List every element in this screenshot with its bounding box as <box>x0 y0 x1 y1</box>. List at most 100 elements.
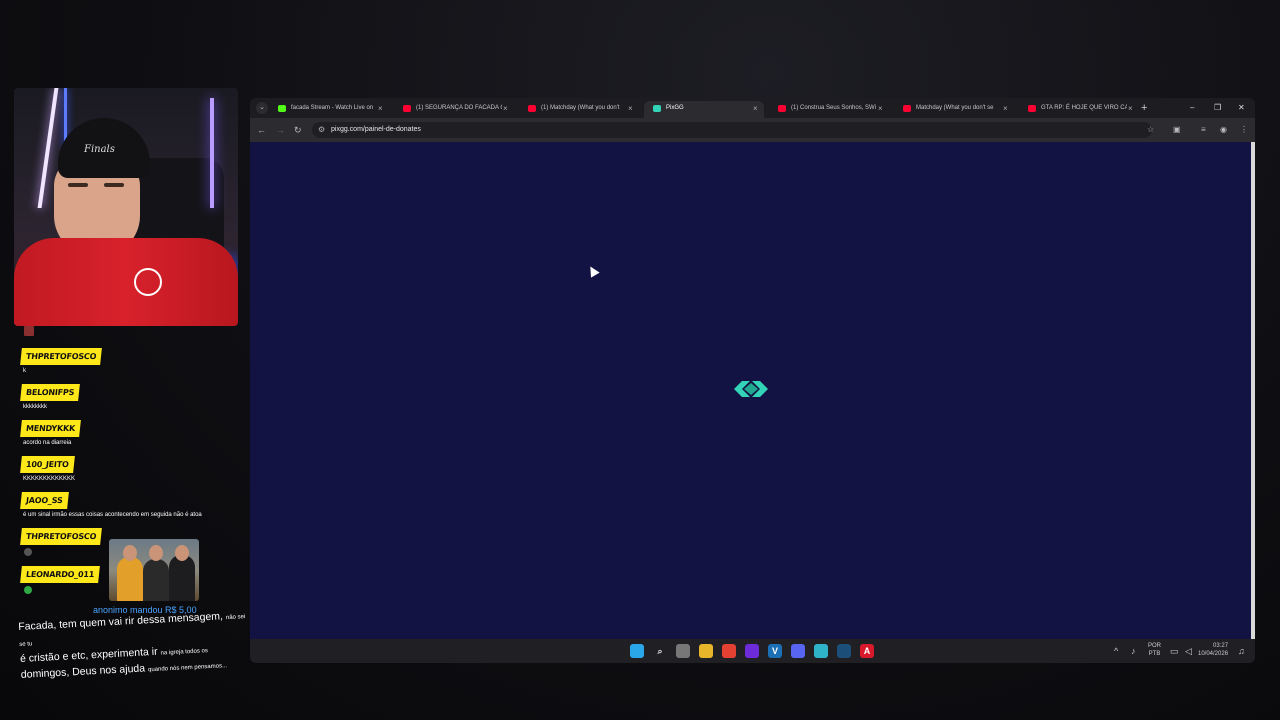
chat-username[interactable]: THPRETOFOSCO <box>20 348 103 365</box>
notes-icon[interactable] <box>814 644 828 658</box>
browser-tab[interactable]: (1) Matchday (What you don't × <box>519 101 639 118</box>
eyebrow <box>104 183 124 187</box>
person-head <box>149 545 163 561</box>
browser-tab[interactable]: (1) Construa Seus Sonhos, SWi × <box>769 101 889 118</box>
vscode-icon[interactable]: V <box>768 644 782 658</box>
file-explorer-icon[interactable] <box>699 644 713 658</box>
clock-date: 10/04/2026 <box>1198 651 1229 657</box>
chat-message: 100_JEITO KKKKKKKKKKKKK <box>20 454 76 482</box>
steam-icon[interactable] <box>837 644 851 658</box>
discord-icon[interactable] <box>791 644 805 658</box>
tab-title: (1) SEGURANÇA DO FACADA C <box>416 105 502 111</box>
chrome-icon[interactable] <box>722 644 736 658</box>
tab-close-icon[interactable]: × <box>1128 101 1133 116</box>
tab-favicon-icon <box>278 105 286 112</box>
app-purple-icon[interactable] <box>745 644 759 658</box>
tab-favicon-icon <box>653 105 661 112</box>
browser-tab[interactable]: GTA RP: É HOJE QUE VIRO CAI × <box>1019 101 1139 118</box>
tray-overflow-icon[interactable]: ^ <box>1114 645 1118 657</box>
tab-strip: ⌄ facada Stream - Watch Live on × (1) SEGU… <box>250 98 1255 118</box>
tab-favicon-icon <box>1028 105 1036 112</box>
browser-tab[interactable]: Matchday (What you don't se × <box>894 101 1014 118</box>
browser-tab[interactable]: (1) SEGURANÇA DO FACADA C × <box>394 101 514 118</box>
keyboard-layout: PTB <box>1148 651 1161 657</box>
new-tab-button[interactable]: + <box>1141 101 1147 115</box>
address-bar[interactable]: ⚙ pixgg.com/painel-de-donates <box>312 122 1152 138</box>
windows-start-icon[interactable] <box>630 644 644 658</box>
chat-text: acordo na diarreia <box>23 440 72 446</box>
microphone-icon[interactable]: ♪ <box>1131 645 1136 657</box>
chat-emote-icon <box>24 586 32 594</box>
extensions-icon[interactable]: ▣ <box>1173 123 1181 137</box>
back-button[interactable]: ← <box>257 123 266 137</box>
donation-message-part: quando nós nem pensamos... <box>147 663 228 674</box>
tab-close-icon[interactable]: × <box>878 101 883 116</box>
tab-close-icon[interactable]: × <box>1003 101 1008 116</box>
tab-title: PixGG <box>666 105 684 111</box>
tab-close-icon[interactable]: × <box>628 101 633 116</box>
search-icon[interactable]: ⌕ <box>653 644 667 658</box>
volume-icon[interactable]: ◁ <box>1185 645 1192 657</box>
network-icon[interactable]: ▭ <box>1170 645 1179 657</box>
chat-username[interactable]: THPRETOFOSCO <box>20 528 103 545</box>
tab-close-icon[interactable]: × <box>503 101 508 116</box>
profile-icon[interactable]: ◉ <box>1220 123 1227 137</box>
chat-emote-icon <box>24 548 32 556</box>
tab-title: (1) Construa Seus Sonhos, SWi <box>791 105 877 111</box>
site-info-icon[interactable]: ⚙ <box>318 122 325 138</box>
close-window-button[interactable]: ✕ <box>1238 102 1245 114</box>
windows-taskbar: ⌕ V A ^ ♪ POR PTB ▭ ◁ 03:27 10/04/2026 ♫ <box>250 639 1255 663</box>
chat-message: JAOO_SS é um sinal irmão essas coisas aco… <box>20 490 202 518</box>
chat-username[interactable]: MENDYKKK <box>20 420 81 437</box>
forward-button[interactable]: → <box>276 123 285 137</box>
browser-tab[interactable]: facada Stream - Watch Live on × <box>269 101 389 118</box>
tab-search-button[interactable]: ⌄ <box>256 102 268 114</box>
clock[interactable]: 03:27 10/04/2026 <box>1198 642 1228 658</box>
chat-username[interactable]: 100_JEITO <box>20 456 75 473</box>
chat-text: é um sinal irmão essas coisas acontecend… <box>23 512 202 518</box>
tab-title: (1) Matchday (What you don't <box>541 105 620 111</box>
donation-image <box>109 539 199 601</box>
jersey-crest <box>134 268 162 296</box>
chat-message: MENDYKKK acordo na diarreia <box>20 418 81 446</box>
person-head <box>175 545 189 561</box>
tab-close-icon[interactable]: × <box>378 101 383 116</box>
chat-message: LEONARDO_011 <box>20 564 101 594</box>
chat-message: THPRETOFOSCO <box>20 526 103 556</box>
language-code: POR <box>1148 643 1162 649</box>
person-head <box>123 545 137 561</box>
donation-message-part: na igreja todos os <box>160 648 209 657</box>
tab-favicon-icon <box>903 105 911 112</box>
donation-message: Facada, tem quem vai rir dessa mensagem,… <box>18 608 253 684</box>
adobe-icon[interactable]: A <box>860 644 874 658</box>
media-control-icon[interactable]: ≡ <box>1201 123 1206 137</box>
tab-favicon-icon <box>403 105 411 112</box>
menu-kebab-icon[interactable]: ⋮ <box>1240 123 1248 137</box>
page-content <box>250 142 1251 639</box>
clock-time: 03:27 <box>1213 643 1229 649</box>
tab-favicon-icon <box>528 105 536 112</box>
url-text[interactable]: pixgg.com/painel-de-donates <box>331 122 421 138</box>
tab-title: facada Stream - Watch Live on <box>291 105 374 111</box>
browser-toolbar: ← → ↻ ⚙ pixgg.com/painel-de-donates ☆ ▣ … <box>250 118 1255 142</box>
jersey <box>14 238 238 326</box>
browser-window: ⌄ facada Stream - Watch Live on × (1) SEGU… <box>250 98 1255 663</box>
task-view-icon[interactable] <box>676 644 690 658</box>
minimize-button[interactable]: – <box>1190 102 1194 114</box>
restore-button[interactable]: ❐ <box>1214 102 1221 114</box>
chat-username[interactable]: BELONIFPS <box>20 384 81 401</box>
language-indicator[interactable]: POR PTB <box>1148 642 1161 658</box>
notification-bell-icon[interactable]: ♫ <box>1238 645 1245 657</box>
page-scrollbar[interactable] <box>1251 142 1255 639</box>
browser-tab[interactable]: PixGG × <box>644 101 764 118</box>
tab-close-icon[interactable]: × <box>753 101 758 116</box>
bookmark-star-icon[interactable]: ☆ <box>1147 123 1154 137</box>
chat-text: k <box>23 368 26 374</box>
chat-username[interactable]: JAOO_SS <box>20 492 69 509</box>
chat-username[interactable]: LEONARDO_011 <box>20 566 101 583</box>
reload-button[interactable]: ↻ <box>294 123 302 137</box>
mouse-cursor-icon <box>586 264 600 278</box>
webcam-feed: Finals <box>14 88 238 326</box>
chat-emote-icon <box>24 326 34 336</box>
chat-text: KKKKKKKKKKKKK <box>23 476 76 482</box>
